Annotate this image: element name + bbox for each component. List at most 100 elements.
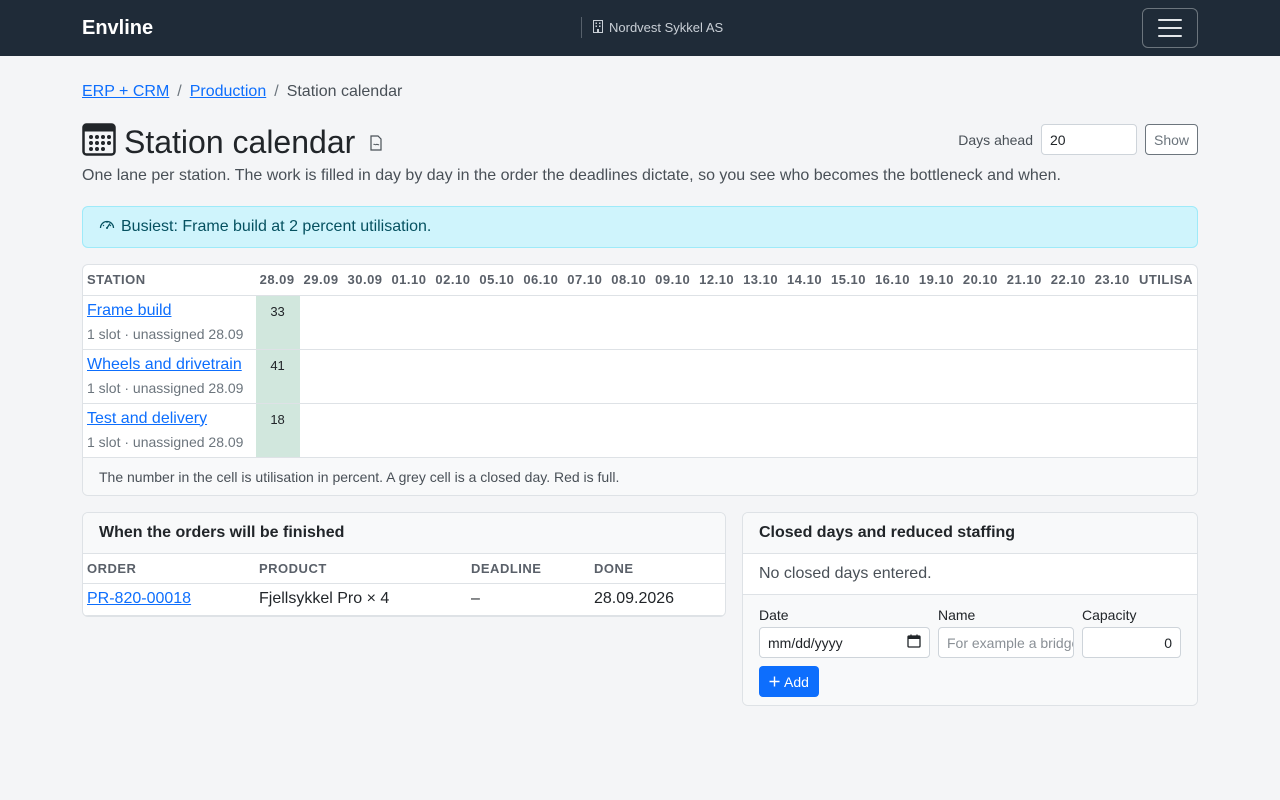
utilisation-column-header: UTILISA — [1134, 265, 1197, 296]
document-help-icon[interactable] — [369, 135, 383, 156]
breadcrumb-separator: / — [274, 83, 279, 100]
days-ahead-input[interactable] — [1041, 124, 1137, 155]
day-cell — [343, 349, 388, 404]
top-navbar: Envline Nordvest Sykkel AS — [0, 0, 1280, 56]
add-closed-day-button[interactable]: Add — [759, 666, 819, 697]
closed-card-title: Closed days and reduced staffing — [743, 513, 1197, 554]
breadcrumb-erp-crm[interactable]: ERP + CRM — [82, 83, 169, 101]
breadcrumb-separator: / — [177, 83, 182, 100]
company-selector[interactable]: Nordvest Sykkel AS — [581, 17, 723, 38]
calendar-icon — [82, 122, 116, 161]
deadline-column-header: DEADLINE — [467, 554, 590, 584]
breadcrumb: ERP + CRM / Production / Station calenda… — [82, 83, 402, 101]
product-column-header: PRODUCT — [255, 554, 467, 584]
brand-logo[interactable]: Envline — [82, 17, 153, 40]
calendar-body: Frame build 1 slot · unassigned 28.09 33 Wh… — [83, 295, 1197, 458]
day-cell — [343, 295, 388, 350]
day-cell — [431, 403, 476, 458]
name-field[interactable]: For example a bridge day — [938, 627, 1074, 658]
day-cell — [343, 403, 388, 458]
day-cell — [651, 349, 696, 404]
order-link[interactable]: PR-820-00018 — [87, 590, 191, 607]
station-row: Test and delivery 1 slot · unassigned 28.… — [83, 403, 1197, 458]
day-cell — [914, 403, 959, 458]
station-link[interactable]: Wheels and drivetrain — [87, 356, 242, 373]
day-cell — [651, 295, 696, 350]
date-column-header: 06.10 — [519, 265, 564, 296]
day-cell — [387, 403, 432, 458]
day-cell — [695, 295, 740, 350]
day-cell — [826, 349, 871, 404]
day-cell — [739, 403, 784, 458]
day-cell — [870, 295, 915, 350]
day-cell — [519, 403, 564, 458]
day-cell — [1002, 403, 1047, 458]
day-cell — [299, 295, 344, 350]
utilisation-summary-cell — [1134, 403, 1197, 458]
breadcrumb-current: Station calendar — [286, 83, 403, 100]
building-icon — [592, 19, 604, 36]
date-column-header: 16.10 — [870, 265, 915, 296]
day-cell — [783, 295, 827, 350]
station-cell: Frame build 1 slot · unassigned 28.09 — [83, 295, 256, 350]
day-cell — [519, 295, 564, 350]
day-cell — [695, 403, 740, 458]
day-cell — [475, 403, 520, 458]
day-cell — [1090, 295, 1135, 350]
calendar-legend: The number in the cell is utilisation in… — [83, 457, 1197, 495]
date-label: Date — [759, 607, 789, 623]
closed-days-empty: No closed days entered. — [743, 554, 1197, 595]
day-cell — [387, 349, 432, 404]
day-cell — [914, 295, 959, 350]
busiest-alert: Busiest: Frame build at 2 percent utilis… — [82, 206, 1198, 248]
name-label: Name — [938, 607, 976, 623]
speedometer-icon — [99, 217, 115, 238]
day-cell — [607, 403, 652, 458]
alert-text: Busiest: Frame build at 2 percent utilis… — [121, 218, 432, 235]
day-cell — [826, 295, 871, 350]
station-calendar-table: STATION 28.09 29.09 30.09 01.10 02.10 05.10 06… — [83, 265, 1197, 458]
day-cell — [431, 349, 476, 404]
calendar-picker-icon[interactable] — [907, 634, 921, 651]
date-column-header: 21.10 — [1002, 265, 1047, 296]
menu-toggle-button[interactable] — [1142, 8, 1198, 48]
day-cell — [1002, 295, 1047, 350]
station-meta: 1 slot · unassigned 28.09 — [87, 379, 244, 396]
utilisation-cell: 41 — [255, 349, 300, 404]
orders-card-title: When the orders will be finished — [83, 513, 725, 554]
day-cell — [607, 295, 652, 350]
deadline-cell: – — [467, 583, 590, 616]
date-column-header: 09.10 — [651, 265, 696, 296]
station-meta: 1 slot · unassigned 28.09 — [87, 433, 244, 450]
capacity-field[interactable]: 0 — [1082, 627, 1181, 658]
add-button-label: Add — [784, 673, 809, 690]
orders-header-row: ORDER PRODUCT DEADLINE DONE — [83, 554, 725, 584]
date-column-header: 13.10 — [739, 265, 784, 296]
day-cell — [870, 403, 915, 458]
calendar-header-row: STATION 28.09 29.09 30.09 01.10 02.10 05.10 06… — [83, 265, 1197, 296]
day-cell — [695, 349, 740, 404]
company-name: Nordvest Sykkel AS — [609, 20, 724, 35]
day-cell — [431, 295, 476, 350]
date-column-header: 28.09 — [255, 265, 300, 296]
orders-table: ORDER PRODUCT DEADLINE DONE PR-820-00018… — [83, 554, 725, 616]
day-cell — [870, 349, 915, 404]
day-cell — [387, 295, 432, 350]
day-cell — [607, 349, 652, 404]
station-meta: 1 slot · unassigned 28.09 — [87, 325, 244, 342]
plus-icon — [769, 674, 780, 690]
station-link[interactable]: Frame build — [87, 302, 171, 319]
station-link[interactable]: Test and delivery — [87, 410, 207, 427]
show-button[interactable]: Show — [1145, 124, 1198, 155]
days-ahead-label: Days ahead — [958, 131, 1033, 148]
breadcrumb-production[interactable]: Production — [190, 83, 267, 101]
calendar-scroll-area[interactable]: STATION 28.09 29.09 30.09 01.10 02.10 05.10 06… — [83, 265, 1197, 458]
date-field[interactable]: mm/dd/yyyy — [759, 627, 930, 658]
utilisation-summary-cell — [1134, 349, 1197, 404]
utilisation-cell: 33 — [255, 295, 300, 350]
date-column-header: 08.10 — [607, 265, 652, 296]
utilisation-summary-cell — [1134, 295, 1197, 350]
date-column-header: 20.10 — [958, 265, 1003, 296]
day-cell — [299, 403, 344, 458]
day-cell — [1046, 295, 1091, 350]
